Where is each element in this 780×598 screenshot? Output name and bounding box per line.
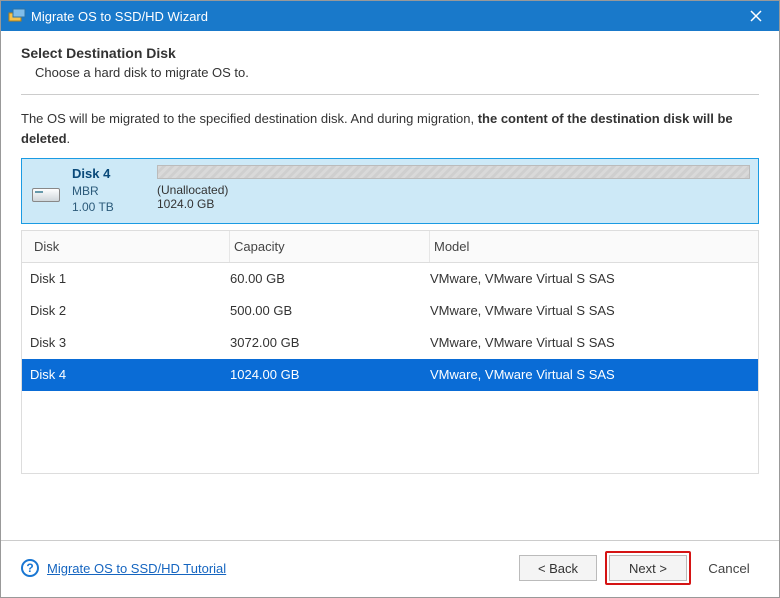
table-row[interactable]: Disk 2500.00 GBVMware, VMware Virtual S … xyxy=(22,295,758,327)
cell-disk: Disk 1 xyxy=(30,271,230,286)
disk-icon-wrap xyxy=(30,165,62,215)
page-subheading: Choose a hard disk to migrate OS to. xyxy=(35,65,759,80)
selected-disk-name: Disk 4 xyxy=(72,165,147,183)
next-button[interactable]: Next > xyxy=(609,555,687,581)
selected-disk-scheme: MBR xyxy=(72,183,147,199)
disk-icon xyxy=(32,188,60,202)
col-disk: Disk xyxy=(30,231,230,262)
col-capacity: Capacity xyxy=(230,231,430,262)
back-button[interactable]: < Back xyxy=(519,555,597,581)
cell-disk: Disk 3 xyxy=(30,335,230,350)
warning-post: . xyxy=(67,131,71,146)
cell-model: VMware, VMware Virtual S SAS xyxy=(430,335,758,350)
titlebar: Migrate OS to SSD/HD Wizard xyxy=(1,1,779,31)
cell-capacity: 60.00 GB xyxy=(230,271,430,286)
table-row[interactable]: Disk 160.00 GBVMware, VMware Virtual S S… xyxy=(22,263,758,295)
table-header: Disk Capacity Model xyxy=(22,231,758,263)
cell-capacity: 1024.00 GB xyxy=(230,367,430,382)
warning-text: The OS will be migrated to the specified… xyxy=(21,109,759,148)
segment-size: 1024.0 GB xyxy=(157,197,214,211)
next-highlight: Next > xyxy=(605,551,691,585)
cancel-button[interactable]: Cancel xyxy=(699,561,759,576)
disk-layout: (Unallocated) 1024.0 GB xyxy=(157,165,750,215)
disk-table: Disk Capacity Model Disk 160.00 GBVMware… xyxy=(21,230,759,474)
cell-model: VMware, VMware Virtual S SAS xyxy=(430,303,758,318)
selected-disk-info: Disk 4 MBR 1.00 TB xyxy=(72,165,147,215)
button-bar: < Back Next > Cancel xyxy=(519,551,759,585)
app-icon xyxy=(7,6,27,26)
col-model: Model xyxy=(430,231,758,262)
page-heading: Select Destination Disk xyxy=(21,45,759,61)
table-row[interactable]: Disk 41024.00 GBVMware, VMware Virtual S… xyxy=(22,359,758,391)
disk-segment-labels: (Unallocated) 1024.0 GB xyxy=(157,183,750,211)
selected-disk-size: 1.00 TB xyxy=(72,199,147,215)
disk-bar-unallocated xyxy=(157,165,750,179)
table-row[interactable]: Disk 33072.00 GBVMware, VMware Virtual S… xyxy=(22,327,758,359)
window-title: Migrate OS to SSD/HD Wizard xyxy=(31,9,208,24)
cell-model: VMware, VMware Virtual S SAS xyxy=(430,367,758,382)
cell-capacity: 500.00 GB xyxy=(230,303,430,318)
cell-disk: Disk 2 xyxy=(30,303,230,318)
close-button[interactable] xyxy=(733,1,779,31)
divider xyxy=(21,94,759,95)
table-body: Disk 160.00 GBVMware, VMware Virtual S S… xyxy=(22,263,758,473)
selected-disk-panel: Disk 4 MBR 1.00 TB (Unallocated) 1024.0 … xyxy=(21,158,759,224)
segment-label: (Unallocated) xyxy=(157,183,228,197)
help-link[interactable]: Migrate OS to SSD/HD Tutorial xyxy=(47,561,226,576)
cell-model: VMware, VMware Virtual S SAS xyxy=(430,271,758,286)
cell-capacity: 3072.00 GB xyxy=(230,335,430,350)
warning-pre: The OS will be migrated to the specified… xyxy=(21,111,478,126)
help-icon: ? xyxy=(21,559,39,577)
footer: ? Migrate OS to SSD/HD Tutorial < Back N… xyxy=(1,540,779,597)
cell-disk: Disk 4 xyxy=(30,367,230,382)
content-area: Select Destination Disk Choose a hard di… xyxy=(1,31,779,474)
